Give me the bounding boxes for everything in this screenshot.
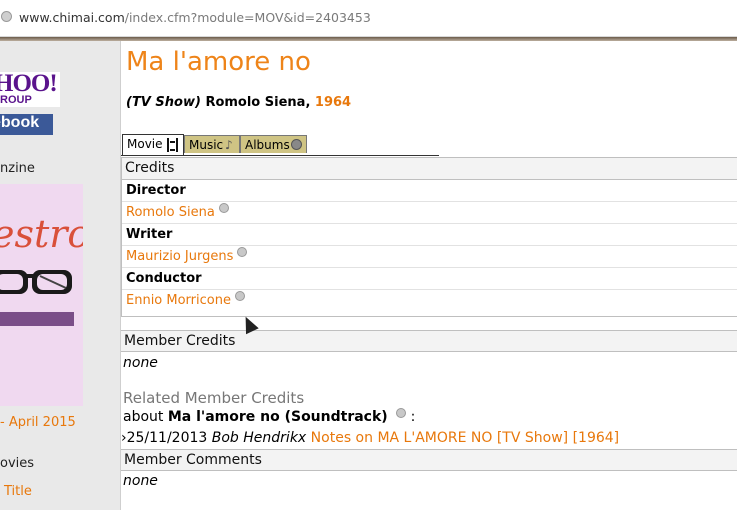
tab-movie[interactable]: Movie	[122, 134, 184, 155]
magazine-cover-title: estro	[0, 212, 83, 256]
member-comments-heading: Member Comments	[121, 449, 737, 471]
search-icon[interactable]	[237, 247, 248, 257]
globe-icon	[1, 11, 12, 22]
tab-music-label: Music	[189, 138, 224, 152]
glasses-illustration	[0, 270, 72, 294]
media-tabs: Movie Music ♪ Albums	[121, 133, 439, 156]
magazine-label: nzine	[0, 161, 35, 176]
disc-icon	[291, 139, 302, 150]
yahoo-logo-subtext: ROUP	[0, 94, 32, 106]
entry-author: Bob Hendrikx	[211, 430, 307, 446]
left-sidebar: HOO! ROUP ebook nzine estro - April 2015…	[0, 41, 121, 510]
address-bar[interactable]: www.chimai.com/index.cfm?module=MOV&id=2…	[0, 0, 737, 41]
url-text[interactable]: www.chimai.com/index.cfm?module=MOV&id=2…	[19, 10, 371, 25]
music-note-icon: ♪	[225, 138, 233, 152]
facebook-logo-text: ebook	[0, 114, 40, 131]
related-credits-heading: Related Member Credits	[123, 389, 305, 407]
about-title: Ma l'amore no (Soundtrack)	[167, 409, 388, 425]
entry-notes-link[interactable]: Notes on MA L'AMORE NO [TV Show] [1964]	[311, 430, 619, 446]
member-credits-value: none	[123, 355, 158, 371]
person-link-director[interactable]: Romolo Siena	[126, 205, 215, 220]
credits-panel: Credits Director Romolo Siena Writer Mau…	[121, 157, 737, 317]
magazine-banner	[0, 312, 74, 326]
member-credits-heading: Member Credits	[121, 330, 737, 352]
credit-person-row: Ennio Morricone	[122, 290, 737, 312]
yahoo-group-logo[interactable]: HOO! ROUP	[0, 70, 60, 107]
role-director-label: Director	[126, 183, 186, 198]
credits-heading: Credits	[122, 158, 737, 180]
search-icon[interactable]	[218, 203, 229, 213]
credit-role-row: Conductor	[122, 268, 737, 290]
person-link-writer[interactable]: Maurizio Jurgens	[126, 249, 233, 264]
credit-person-row: Maurizio Jurgens	[122, 246, 737, 268]
about-suffix: :	[410, 409, 416, 425]
tab-albums[interactable]: Albums	[240, 135, 307, 153]
main-content: Ma l'amore no (TV Show) Romolo Siena, 19…	[121, 41, 737, 510]
page-title: Ma l'amore no	[126, 47, 311, 77]
film-icon	[167, 138, 178, 152]
related-entry: ›25/11/2013 Bob Hendrikx Notes on MA L'A…	[121, 430, 619, 446]
magazine-issue-link[interactable]: - April 2015	[0, 415, 76, 430]
person-link-conductor[interactable]: Ennio Morricone	[126, 293, 231, 308]
magazine-cover-image[interactable]: estro	[0, 184, 83, 406]
media-type-label: (TV Show)	[126, 95, 201, 110]
search-icon[interactable]	[396, 408, 407, 418]
member-comments-value: none	[123, 473, 158, 489]
tab-movie-label: Movie	[127, 137, 163, 151]
url-path: /index.cfm?module=MOV&id=2403453	[124, 10, 371, 25]
about-prefix: about	[123, 409, 164, 425]
subtitle-director: Romolo Siena	[205, 95, 306, 110]
related-about-line: about Ma l'amore no (Soundtrack) :	[123, 408, 416, 425]
search-icon[interactable]	[234, 291, 245, 301]
credit-person-row: Romolo Siena	[122, 202, 737, 224]
credit-role-row: Writer	[122, 224, 737, 246]
role-conductor-label: Conductor	[126, 271, 202, 286]
title-link[interactable]: Title	[4, 484, 32, 499]
url-host: www.chimai.com	[19, 10, 125, 25]
entry-date: 25/11/2013	[126, 430, 208, 446]
role-writer-label: Writer	[126, 227, 173, 242]
facebook-logo[interactable]: ebook	[0, 114, 53, 135]
year-link[interactable]: 1964	[315, 95, 351, 110]
page-subtitle: (TV Show) Romolo Siena, 1964	[126, 95, 352, 110]
credit-role-row: Director	[122, 180, 737, 202]
tab-music[interactable]: Music ♪	[184, 135, 240, 153]
tab-albums-label: Albums	[245, 138, 290, 152]
movies-label: ovies	[0, 456, 35, 471]
